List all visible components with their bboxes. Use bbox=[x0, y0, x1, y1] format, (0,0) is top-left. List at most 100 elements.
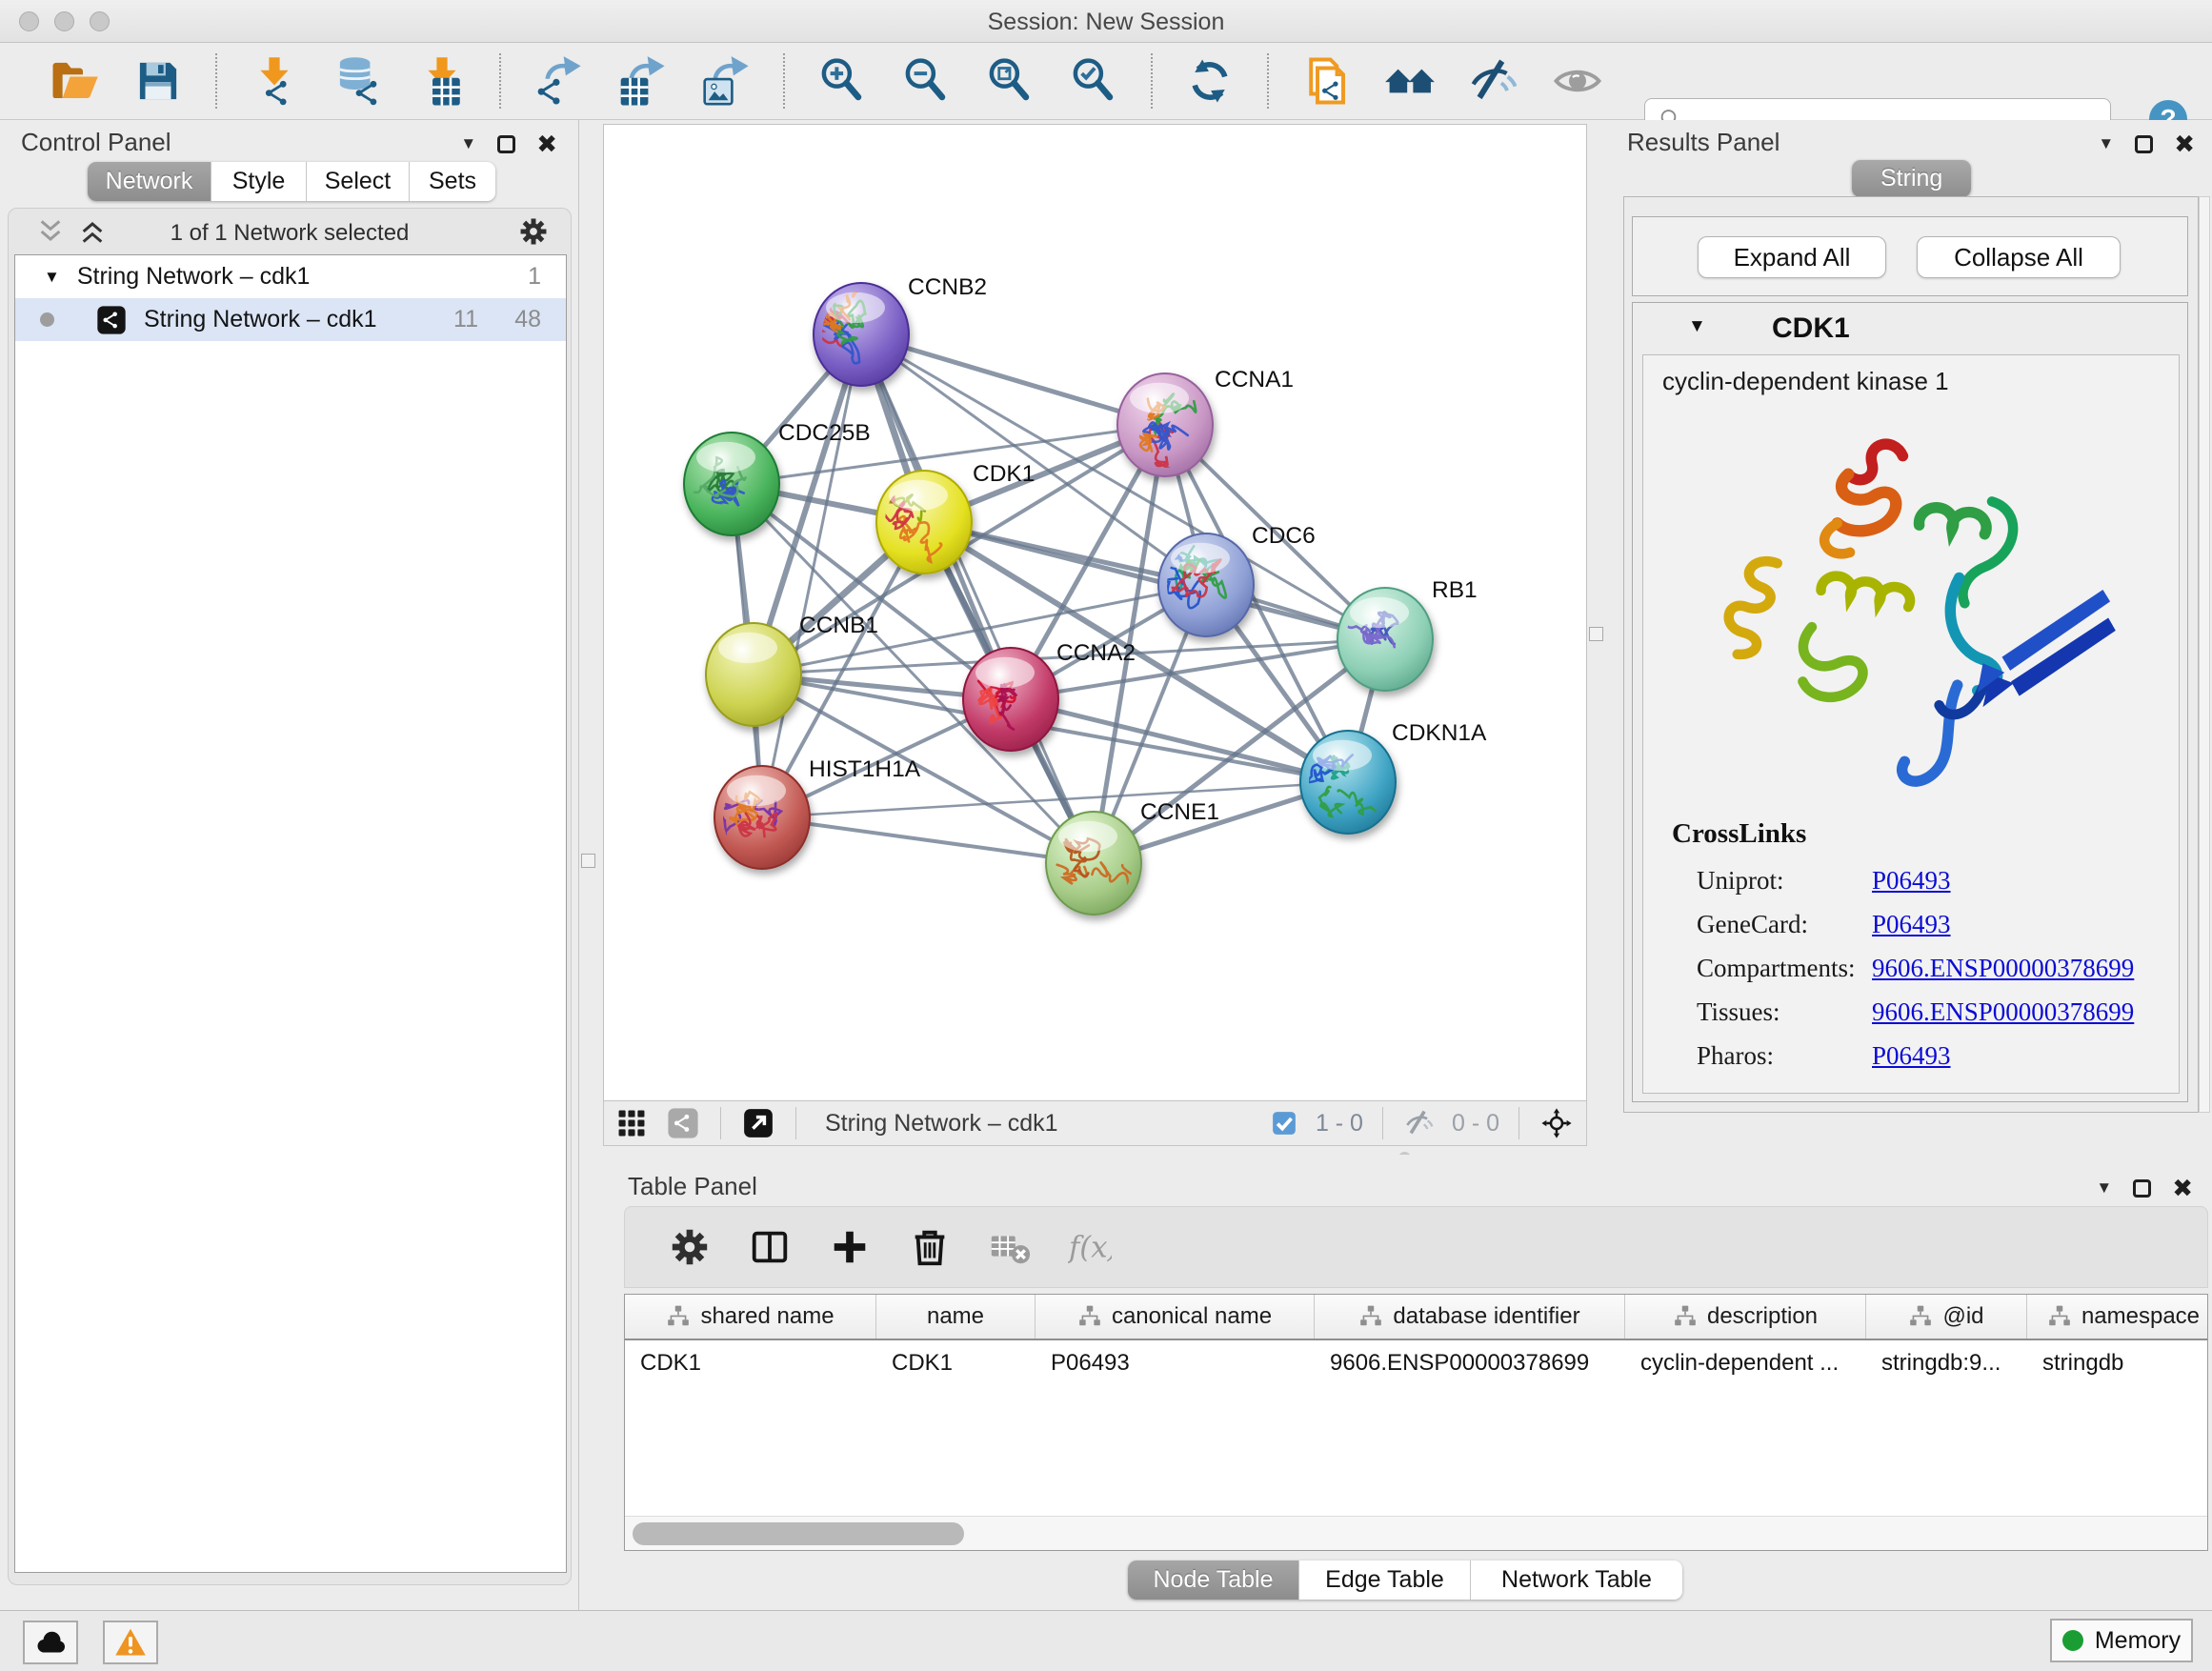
edge-CCNB2-CCNE1[interactable] bbox=[861, 334, 1094, 863]
save-icon[interactable] bbox=[132, 55, 184, 107]
close-results-icon[interactable]: ✖ bbox=[2174, 131, 2195, 156]
string-results-card: Expand All Collapse All ▼ CDK1 cyclin-de… bbox=[1623, 196, 2199, 1113]
network-overview-icon[interactable] bbox=[667, 1107, 699, 1139]
toolbar-separator bbox=[1151, 53, 1153, 109]
results-scrollbar[interactable] bbox=[2199, 196, 2210, 1113]
network-collection-row[interactable]: ▼String Network – cdk11 bbox=[15, 255, 566, 298]
node-layer: CCNB2CCNA1CDC25BCDK1CDC6RB1CCNB1CCNA2CDK… bbox=[684, 274, 1487, 915]
crosslink-row: GeneCard:P06493 bbox=[1697, 902, 2173, 946]
node-RB1[interactable]: RB1 bbox=[1337, 577, 1478, 691]
collapse-all-button[interactable]: Collapse All bbox=[1917, 236, 2121, 278]
column-header-name[interactable]: name bbox=[876, 1295, 1036, 1339]
float-panel-icon[interactable]: ▼ bbox=[460, 134, 476, 153]
hide-selected-icon[interactable] bbox=[1468, 55, 1519, 107]
maximize-results-icon[interactable] bbox=[2135, 135, 2153, 153]
gear-icon[interactable] bbox=[668, 1225, 712, 1269]
tab-network-table[interactable]: Network Table bbox=[1471, 1560, 1682, 1600]
fit-content-icon[interactable] bbox=[1540, 1107, 1573, 1139]
clone-network-icon[interactable] bbox=[1300, 55, 1352, 107]
detach-view-icon[interactable] bbox=[742, 1107, 774, 1139]
cell-database-identifier[interactable]: 9606.ENSP00000378699 bbox=[1315, 1342, 1625, 1384]
float-table-icon[interactable]: ▼ bbox=[2096, 1178, 2112, 1198]
node-label-HIST1H1A: HIST1H1A bbox=[809, 756, 921, 782]
zoom-selected-icon[interactable] bbox=[1068, 55, 1119, 107]
toolbar-separator bbox=[499, 53, 501, 109]
node-CCNE1[interactable]: CCNE1 bbox=[1046, 799, 1219, 915]
edge-CDK1-RB1[interactable] bbox=[924, 522, 1385, 639]
plus-icon[interactable] bbox=[828, 1225, 872, 1269]
cell-description[interactable]: cyclin-dependent ... bbox=[1625, 1342, 1866, 1384]
open-folder-icon[interactable] bbox=[49, 55, 100, 107]
column-header-namespace[interactable]: namespace bbox=[2027, 1295, 2208, 1339]
crosslink-label: Compartments: bbox=[1697, 954, 1855, 983]
column-header-description[interactable]: description bbox=[1625, 1295, 1866, 1339]
column-header-database-identifier[interactable]: database identifier bbox=[1315, 1295, 1625, 1339]
network-options-gear-icon[interactable] bbox=[517, 215, 550, 248]
network-row[interactable]: String Network – cdk11148 bbox=[15, 298, 566, 341]
crosslink-value-link[interactable]: 9606.ENSP00000378699 bbox=[1872, 954, 2134, 983]
section-collapse-icon[interactable]: ▼ bbox=[1688, 316, 1706, 337]
tab-select[interactable]: Select bbox=[307, 162, 410, 201]
column-header--id[interactable]: @id bbox=[1866, 1295, 2027, 1339]
import-table-icon[interactable] bbox=[416, 55, 468, 107]
node-CDKN1A[interactable]: CDKN1A bbox=[1300, 720, 1487, 834]
close-panel-icon[interactable]: ✖ bbox=[536, 131, 557, 156]
close-table-icon[interactable]: ✖ bbox=[2172, 1176, 2193, 1200]
export-network-icon[interactable] bbox=[533, 55, 584, 107]
cell-canonical-name[interactable]: P06493 bbox=[1036, 1342, 1315, 1384]
results-panel: Results Panel ▼ ✖ String Expand All Coll… bbox=[1619, 120, 2212, 1155]
tab-sets[interactable]: Sets bbox=[410, 162, 495, 201]
memory-button[interactable]: Memory bbox=[2050, 1619, 2193, 1662]
node-CDC6[interactable]: CDC6 bbox=[1158, 523, 1316, 636]
home-icon[interactable] bbox=[1384, 55, 1436, 107]
zoom-out-icon[interactable] bbox=[900, 55, 952, 107]
trash-icon[interactable] bbox=[908, 1225, 952, 1269]
node-CCNA1[interactable]: CCNA1 bbox=[1117, 367, 1294, 476]
maximize-panel-icon[interactable] bbox=[497, 135, 515, 153]
left-splitter-handle[interactable] bbox=[581, 854, 595, 868]
cell--id[interactable]: stringdb:9... bbox=[1866, 1342, 2027, 1384]
crosslink-value-link[interactable]: P06493 bbox=[1872, 1041, 1951, 1071]
zoom-fit-icon[interactable] bbox=[984, 55, 1036, 107]
crosslink-value-link[interactable]: 9606.ENSP00000378699 bbox=[1872, 997, 2134, 1027]
cell-namespace[interactable]: stringdb bbox=[2027, 1342, 2208, 1384]
columns-icon[interactable] bbox=[748, 1225, 792, 1269]
tab-node-table[interactable]: Node Table bbox=[1128, 1560, 1299, 1600]
export-table-icon[interactable] bbox=[616, 55, 668, 107]
crosslink-value-link[interactable]: P06493 bbox=[1872, 866, 1951, 896]
scrollbar-thumb[interactable] bbox=[633, 1522, 964, 1545]
import-database-icon[interactable] bbox=[332, 55, 384, 107]
column-header-canonical-name[interactable]: canonical name bbox=[1036, 1295, 1315, 1339]
node-HIST1H1A[interactable]: HIST1H1A bbox=[714, 756, 921, 869]
warnings-button[interactable] bbox=[103, 1621, 158, 1664]
column-header-shared-name[interactable]: shared name bbox=[625, 1295, 876, 1339]
zoom-in-icon[interactable] bbox=[816, 55, 868, 107]
crosslink-value-link[interactable]: P06493 bbox=[1872, 910, 1951, 939]
export-image-icon[interactable] bbox=[700, 55, 752, 107]
grid-view-icon[interactable] bbox=[615, 1107, 648, 1139]
refresh-icon[interactable] bbox=[1184, 55, 1236, 107]
table-row[interactable]: CDK1CDK1P064939606.ENSP00000378699cyclin… bbox=[625, 1342, 2208, 1384]
expand-all-button[interactable]: Expand All bbox=[1698, 236, 1886, 278]
tab-edge-table[interactable]: Edge Table bbox=[1299, 1560, 1471, 1600]
tab-string[interactable]: String bbox=[1852, 160, 1971, 197]
right-splitter-handle[interactable] bbox=[1589, 627, 1603, 641]
node-CCNB2[interactable]: CCNB2 bbox=[814, 274, 987, 386]
import-network-icon[interactable] bbox=[249, 55, 300, 107]
selected-nodes-checkbox[interactable] bbox=[1270, 1109, 1298, 1137]
cell-name[interactable]: CDK1 bbox=[876, 1342, 1036, 1384]
tab-style[interactable]: Style bbox=[211, 162, 307, 201]
collection-expand-icon[interactable]: ▼ bbox=[44, 268, 60, 287]
show-all-icon[interactable] bbox=[1552, 55, 1603, 107]
cloud-button[interactable] bbox=[23, 1621, 78, 1664]
edge-CCNB2-HIST1H1A[interactable] bbox=[762, 334, 861, 817]
float-results-icon[interactable]: ▼ bbox=[2098, 134, 2114, 153]
network-canvas[interactable]: CCNB2CCNA1CDC25BCDK1CDC6RB1CCNB1CCNA2CDK… bbox=[603, 124, 1587, 1101]
node-details-body: cyclin-dependent kinase 1 bbox=[1642, 354, 2180, 1094]
hidden-items-icon[interactable] bbox=[1404, 1108, 1435, 1138]
tab-network[interactable]: Network bbox=[88, 162, 211, 201]
cell-shared-name[interactable]: CDK1 bbox=[625, 1342, 876, 1384]
table-panel: Table Panel ▼ ✖ f(x) shared namenamecano… bbox=[603, 1155, 2212, 1610]
edge-HIST1H1A-CCNE1[interactable] bbox=[762, 817, 1094, 863]
maximize-table-icon[interactable] bbox=[2133, 1179, 2151, 1198]
